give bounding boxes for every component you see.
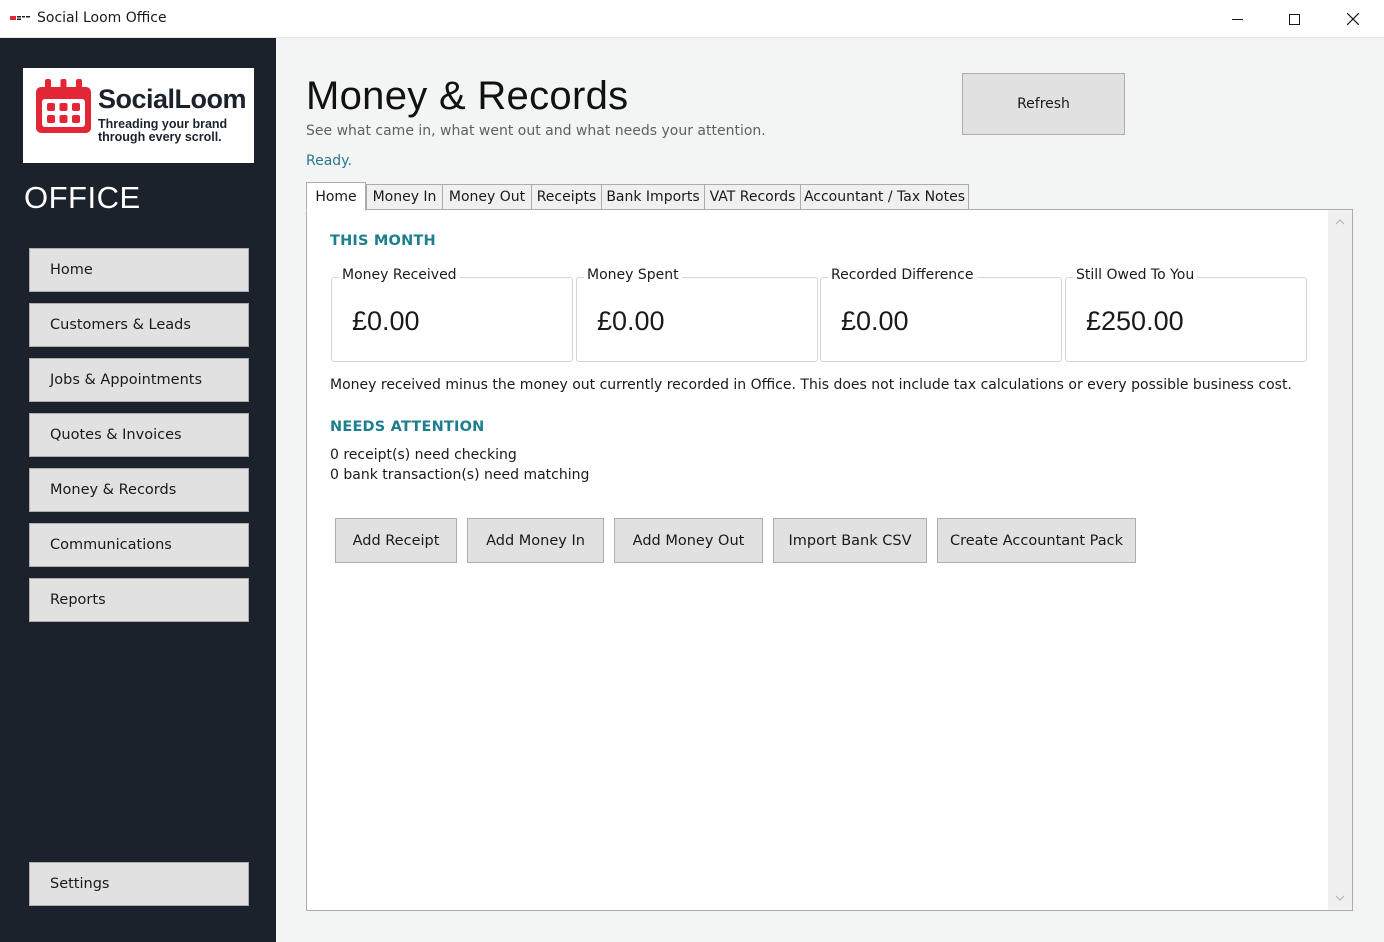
tab-accountant-tax-notes[interactable]: Accountant / Tax Notes — [800, 184, 969, 210]
metric-money-spent: Money Spent £0.00 — [576, 267, 818, 362]
nav-reports[interactable]: Reports — [29, 578, 249, 622]
import-bank-csv-button[interactable]: Import Bank CSV — [773, 518, 927, 563]
logo-name: SocialLoom — [98, 84, 247, 114]
section-label: OFFICE — [24, 180, 141, 215]
close-icon — [1347, 13, 1359, 25]
metric-value: £0.00 — [841, 306, 909, 336]
nav-money-records[interactable]: Money & Records — [29, 468, 249, 512]
nav-home[interactable]: Home — [29, 248, 249, 292]
add-money-in-button[interactable]: Add Money In — [467, 518, 604, 563]
maximize-button[interactable] — [1265, 0, 1323, 38]
metric-label: Recorded Difference — [828, 267, 977, 283]
page-title: Money & Records — [306, 74, 629, 118]
status-text: Ready. — [306, 153, 352, 169]
tab-money-out[interactable]: Money Out — [442, 184, 532, 210]
home-panel: THIS MONTH Money Received £0.00 Money Sp… — [306, 209, 1353, 911]
needs-attention-heading: NEEDS ATTENTION — [330, 419, 485, 435]
nav-label: Money & Records — [50, 482, 177, 498]
metric-label: Money Spent — [584, 267, 682, 283]
nav-communications[interactable]: Communications — [29, 523, 249, 567]
create-accountant-pack-button[interactable]: Create Accountant Pack — [937, 518, 1136, 563]
nav-customers-leads[interactable]: Customers & Leads — [29, 303, 249, 347]
page-subtitle: See what came in, what went out and what… — [306, 123, 766, 139]
tab-money-in[interactable]: Money In — [366, 184, 443, 210]
nav-label: Reports — [50, 592, 106, 608]
nav-settings[interactable]: Settings — [29, 862, 249, 906]
metric-money-received: Money Received £0.00 — [331, 267, 573, 362]
nav-label: Customers & Leads — [50, 317, 191, 333]
attention-bank-transactions: 0 bank transaction(s) need matching — [330, 467, 590, 483]
nav-label: Settings — [50, 876, 110, 892]
logo: SocialLoom Threading your brand through … — [23, 68, 254, 163]
sidebar: SocialLoom Threading your brand through … — [0, 38, 276, 942]
metric-value: £250.00 — [1086, 306, 1184, 336]
scroll-down-icon[interactable] — [1335, 895, 1345, 901]
tab-vat-records[interactable]: VAT Records — [704, 184, 801, 210]
metric-still-owed: Still Owed To You £250.00 — [1065, 267, 1307, 362]
nav-label: Communications — [50, 537, 172, 553]
logo-tagline: Threading your brand through every scrol… — [98, 117, 228, 144]
window-title: Social Loom Office — [37, 10, 167, 26]
app-icon — [10, 16, 30, 20]
refresh-button[interactable]: Refresh — [962, 73, 1125, 135]
nav-label: Jobs & Appointments — [50, 372, 203, 388]
nav-jobs-appointments[interactable]: Jobs & Appointments — [29, 358, 249, 402]
attention-receipts: 0 receipt(s) need checking — [330, 447, 517, 463]
scroll-up-icon[interactable] — [1335, 219, 1345, 225]
title-bar: Social Loom Office — [0, 0, 1384, 38]
maximize-icon — [1288, 13, 1300, 25]
nav-label: Quotes & Invoices — [50, 427, 182, 443]
close-button[interactable] — [1324, 0, 1382, 38]
add-receipt-button[interactable]: Add Receipt — [335, 518, 457, 563]
difference-note: Money received minus the money out curre… — [330, 377, 1292, 393]
add-money-out-button[interactable]: Add Money Out — [614, 518, 763, 563]
minimize-icon — [1231, 18, 1243, 20]
main-content: Money & Records See what came in, what w… — [276, 38, 1384, 942]
metric-recorded-difference: Recorded Difference £0.00 — [820, 267, 1062, 362]
this-month-heading: THIS MONTH — [330, 233, 436, 249]
vertical-scrollbar[interactable] — [1328, 210, 1352, 910]
minimize-button[interactable] — [1208, 0, 1266, 38]
metric-value: £0.00 — [597, 306, 665, 336]
metric-label: Money Received — [339, 267, 460, 283]
calendar-icon — [36, 79, 91, 133]
metric-label: Still Owed To You — [1073, 267, 1198, 283]
tab-receipts[interactable]: Receipts — [531, 184, 602, 210]
tab-home[interactable]: Home — [306, 182, 366, 211]
tab-bank-imports[interactable]: Bank Imports — [601, 184, 705, 210]
nav-quotes-invoices[interactable]: Quotes & Invoices — [29, 413, 249, 457]
nav-label: Home — [50, 262, 93, 278]
metric-value: £0.00 — [352, 306, 420, 336]
